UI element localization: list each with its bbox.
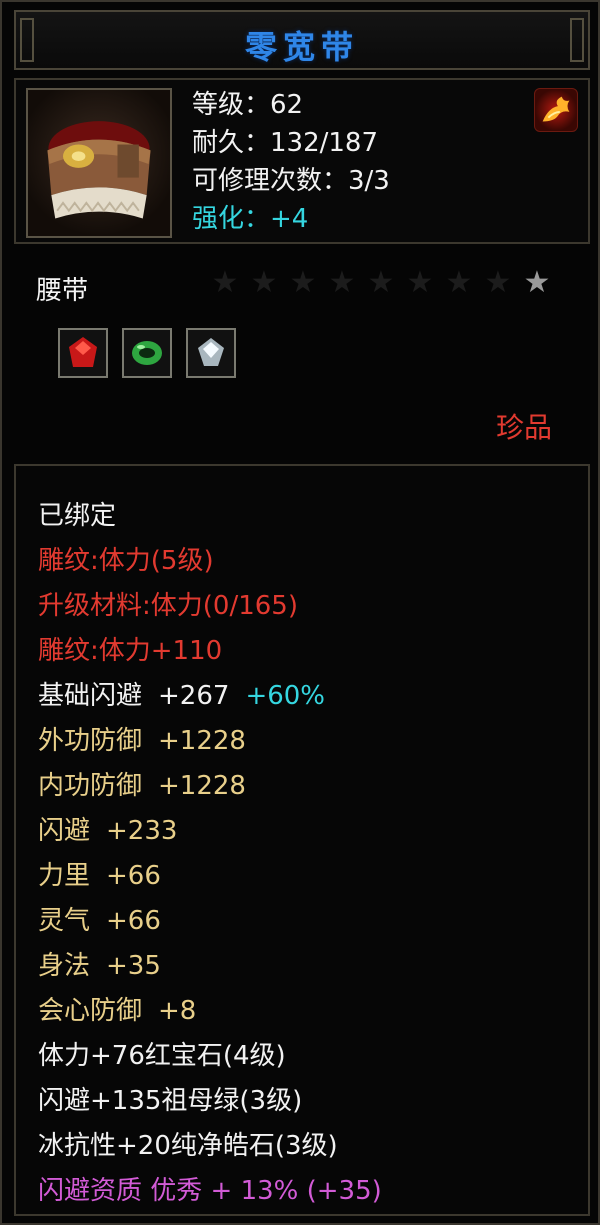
star-icon: ★ (367, 265, 395, 300)
bound-status: 已绑定 (38, 501, 117, 531)
phoenix-icon (534, 88, 578, 132)
attr-value: +35 (106, 951, 161, 981)
attribute-line: 外功防御 +1228 (38, 719, 382, 764)
item-repair-count: 可修理次数：3/3 (192, 166, 390, 196)
attr-label: 身法 (38, 951, 91, 981)
attr-label: 内功防御 (38, 771, 143, 801)
item-durability: 耐久：132/187 (192, 128, 379, 158)
attr-value: +66 (106, 906, 161, 936)
attribute-line: 力里 +66 (38, 854, 382, 899)
attribute-line: 闪避 +233 (38, 809, 382, 854)
attribute-line: 内功防御 +1228 (38, 764, 382, 809)
attr-value: +233 (106, 816, 178, 846)
star-icon: ★ (211, 265, 239, 300)
attr-label: 外功防御 (38, 726, 143, 756)
attribute-list: 已绑定 雕纹:体力(5级) 升级材料:体力(0/165) 雕纹:体力+110 基… (38, 494, 382, 1214)
title-ornament-right (570, 18, 584, 62)
attr-value: +8 (158, 996, 197, 1026)
attr-label: 力里 (38, 861, 91, 891)
attribute-panel: 已绑定 雕纹:体力(5级) 升级材料:体力(0/165) 雕纹:体力+110 基… (14, 464, 590, 1216)
attr-value: +1228 (158, 726, 246, 756)
attr-label: 灵气 (38, 906, 91, 936)
upgrade-material: 升级材料:体力(0/165) (38, 591, 298, 621)
engrave-bonus: 雕纹:体力+110 (38, 636, 223, 666)
item-type: 腰带 (36, 276, 89, 306)
gem-stat-line: 体力+76红宝石(4级) (38, 1041, 286, 1071)
attr-label: 闪避 (38, 816, 91, 846)
star-icon: ★ (250, 265, 278, 300)
star-icon: ★ (406, 265, 434, 300)
gem-sockets (58, 328, 236, 378)
emerald-gem-icon[interactable] (122, 328, 172, 378)
star-icon: ★ (484, 265, 512, 300)
aptitude-line: 闪避资质 优秀 + 13% (+35) (38, 1176, 382, 1206)
attr-label: 会心防御 (38, 996, 143, 1026)
belt-item-icon (26, 88, 172, 238)
item-tooltip: 零宽带 等级：62 耐久：132/187 可修理次数：3/3 强化：+4 腰带 … (0, 0, 600, 1225)
star-icon: ★ (328, 265, 356, 300)
star-rating: ★ ★ ★ ★ ★ ★ ★ ★ ★ (210, 268, 552, 298)
attribute-line: 会心防御 +8 (38, 989, 382, 1034)
base-dodge: 基础闪避 +267 +60% (38, 674, 382, 719)
attr-value: +267 (158, 681, 230, 711)
item-stats: 等级：62 耐久：132/187 可修理次数：3/3 强化：+4 (192, 86, 390, 238)
engrave-level: 雕纹:体力(5级) (38, 546, 214, 576)
star-icon: ★ (289, 265, 317, 300)
item-name: 零宽带 (244, 28, 359, 66)
star-icon: ★ (523, 265, 551, 300)
gem-stat-line: 闪避+135祖母绿(3级) (38, 1086, 303, 1116)
attr-value: +1228 (158, 771, 246, 801)
attribute-line: 灵气 +66 (38, 899, 382, 944)
item-enhance: 强化：+4 (192, 204, 309, 234)
attr-label: 基础闪避 (38, 681, 143, 711)
item-level: 等级：62 (192, 90, 304, 120)
attribute-line: 身法 +35 (38, 944, 382, 989)
diamond-gem-icon[interactable] (186, 328, 236, 378)
item-summary-panel: 等级：62 耐久：132/187 可修理次数：3/3 强化：+4 (14, 78, 590, 244)
title-bar: 零宽带 (14, 10, 590, 70)
rarity-label: 珍品 (495, 411, 552, 444)
gem-stat-line: 冰抗性+20纯净皓石(3级) (38, 1131, 338, 1161)
attr-value: +66 (106, 861, 161, 891)
attr-bonus: +60% (245, 681, 326, 711)
star-icon: ★ (445, 265, 473, 300)
ruby-gem-icon[interactable] (58, 328, 108, 378)
